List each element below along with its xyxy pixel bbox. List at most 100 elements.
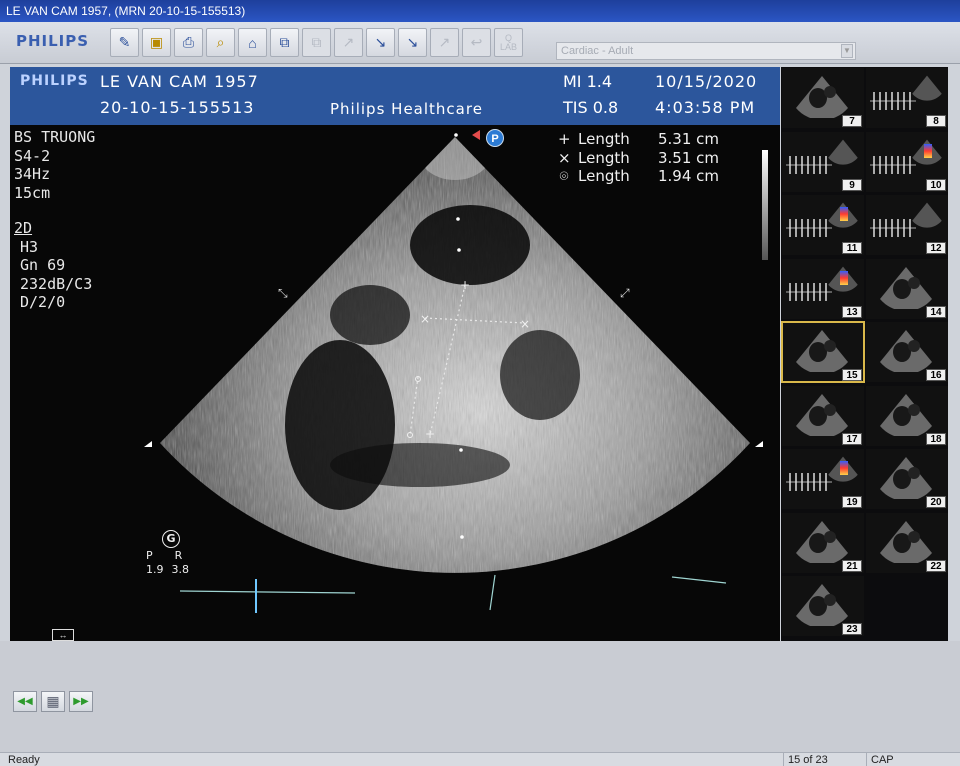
thumbnail-fan	[796, 76, 848, 118]
acquisition-params: BS TRUONG S4-2 34Hz 15cm	[14, 128, 95, 202]
measure-icon[interactable]: ↘	[366, 28, 395, 57]
export-icon[interactable]: ⧉	[302, 28, 331, 57]
thumbnail-number: 10	[926, 178, 946, 191]
svg-text:+: +	[425, 427, 435, 441]
thumbnail-fan	[880, 457, 932, 499]
measurement-value: 5.31 cm	[658, 130, 720, 148]
thumbnail[interactable]: 17	[782, 385, 864, 446]
measurement-value: 1.94 cm	[658, 167, 720, 185]
thumbnail[interactable]: 12	[866, 195, 948, 255]
thumbnail[interactable]: 23	[782, 576, 864, 636]
mode-label: 2D	[14, 219, 33, 237]
thumbnail[interactable]: 21	[782, 512, 864, 573]
measurements-panel: + Length 5.31 cm × Length 3.51 cm ⌾ Leng…	[558, 130, 719, 186]
measurement-label: Length	[578, 148, 630, 167]
thumbnail[interactable]: 7	[782, 68, 864, 128]
scale-right-label: R	[174, 549, 183, 562]
thumbnail[interactable]: 13	[782, 258, 864, 319]
thumbnail[interactable]: 15	[781, 321, 865, 383]
archive-icon[interactable]: ↩	[462, 28, 491, 57]
thumbnail[interactable]: 19	[782, 449, 864, 509]
measurement-symbol: ×	[558, 148, 571, 167]
ultrasound-image-view[interactable]: + + × × ⤡ ⤢ P BS TRUONG S4-2 34Hz 15cm 2…	[10, 125, 780, 641]
thumbnail-number: 17	[842, 432, 862, 445]
thumbnail-color-flow	[924, 143, 932, 158]
thumbnail[interactable]: 9	[782, 131, 864, 192]
measurement-symbol: ⌾	[559, 167, 569, 185]
grayscale-bar	[762, 150, 768, 260]
frame-rate-label: 34Hz	[14, 165, 51, 183]
thermal-index: TIS 0.8	[563, 98, 619, 117]
thumbnail-color-flow	[840, 270, 848, 285]
measurement-label: Length	[578, 167, 630, 185]
review-icon[interactable]: ⌂	[238, 28, 267, 57]
measurement-row: ⌾ Length 1.94 cm	[558, 167, 719, 186]
qlab-icon[interactable]: Q LAB	[494, 28, 523, 57]
operator-label: BS TRUONG	[14, 128, 96, 146]
probe-label: S4-2	[14, 146, 51, 165]
annotate-icon[interactable]: ↘	[398, 28, 427, 57]
gain-label: Gn 69	[20, 256, 66, 274]
previous-page-icon[interactable]: ◀◀	[13, 691, 37, 712]
thumbnail[interactable]: 22	[866, 512, 948, 573]
toolbar-logo: PHILIPS	[16, 32, 90, 50]
thumbnail-number: 23	[842, 623, 862, 635]
next-page-icon[interactable]: ▶▶	[69, 691, 93, 712]
chevron-down-icon[interactable]: ▼	[841, 44, 853, 58]
echo-sector-image: + + × × ⤡ ⤢	[144, 130, 763, 613]
scale-left-label: P	[146, 549, 153, 562]
thumbnail-number: 12	[926, 242, 946, 254]
thumbnail[interactable]: 18	[866, 385, 948, 446]
print-icon[interactable]: ⎙	[174, 28, 203, 57]
thumbnail[interactable]: 20	[866, 449, 948, 509]
scale-indicator: G P R 1.9 3.8	[146, 530, 189, 576]
length-tool-button[interactable]: ↔	[52, 629, 74, 641]
thumbnail[interactable]: 14	[866, 258, 948, 319]
mode-letter: G	[162, 530, 180, 548]
save-icon[interactable]: ▣	[142, 28, 171, 57]
toolbar: PHILIPS ✎ ▣ ⎙ ⌕ ⌂ ⧉ ⧉ ↗ ↘ ↘ ↗ ↩ Q LAB Car…	[0, 22, 960, 64]
header-logo: PHILIPS	[20, 73, 89, 89]
thumbnail-number: 13	[842, 305, 862, 318]
thumbnail-number: 20	[926, 496, 946, 508]
thumbnail-fan	[880, 266, 932, 309]
thumbnail-number: 8	[926, 115, 946, 127]
patient-mrn: 20-10-15-155513	[100, 98, 255, 117]
grid-view-icon[interactable]: ▦	[41, 691, 65, 712]
thumbnail[interactable]: 11	[782, 195, 864, 255]
patient-name: LE VAN CAM 1957	[100, 72, 259, 91]
thumbnail[interactable]: 8	[866, 68, 948, 128]
thumbnail-color-flow	[840, 461, 848, 475]
thumbnail-fan	[828, 139, 858, 165]
navigation-buttons: ◀◀ ▦ ▶▶	[13, 691, 93, 712]
zoom-icon[interactable]: ⌕	[206, 28, 235, 57]
exam-date: 10/15/2020	[655, 72, 758, 91]
svg-text:⤡: ⤡	[278, 286, 288, 300]
send-icon[interactable]: ↗	[334, 28, 363, 57]
report-icon[interactable]: ↗	[430, 28, 459, 57]
status-ready: Ready	[8, 754, 40, 766]
copy-icon[interactable]: ⧉	[270, 28, 299, 57]
exam-time: 4:03:58 PM	[655, 98, 756, 117]
svg-text:⤢: ⤢	[619, 286, 630, 300]
preset-select[interactable]: Cardiac - Adult ▼	[556, 42, 856, 60]
thumbnail[interactable]: 10	[866, 131, 948, 192]
persistence-label: D/2/0	[20, 293, 66, 311]
thumbnail-number: 16	[926, 369, 946, 381]
thumbnail[interactable]: 16	[866, 322, 948, 382]
mode-params: 2D H3 Gn 69 232dB/C3 D/2/0	[14, 219, 92, 312]
thumbnail-number: 9	[842, 178, 862, 191]
thumbnail-number: 11	[842, 242, 862, 254]
thumbnail-number: 19	[842, 496, 862, 508]
patient-info-icon[interactable]: ✎	[110, 28, 139, 57]
thumbnail-fan	[880, 330, 932, 372]
harmonic-label: H3	[20, 237, 39, 256]
preset-select-text: Cardiac - Adult	[561, 45, 634, 57]
thumbnail-number: 18	[926, 432, 946, 445]
thumbnail-fan	[796, 393, 848, 436]
institution: Philips Healthcare	[330, 100, 483, 118]
page-indicator: 15 of 23	[783, 753, 859, 766]
scale-right-value: 3.8	[171, 563, 190, 576]
patient-header: PHILIPS LE VAN CAM 1957 20-10-15-155513 …	[10, 67, 780, 125]
measurement-row: × Length 3.51 cm	[558, 149, 719, 168]
